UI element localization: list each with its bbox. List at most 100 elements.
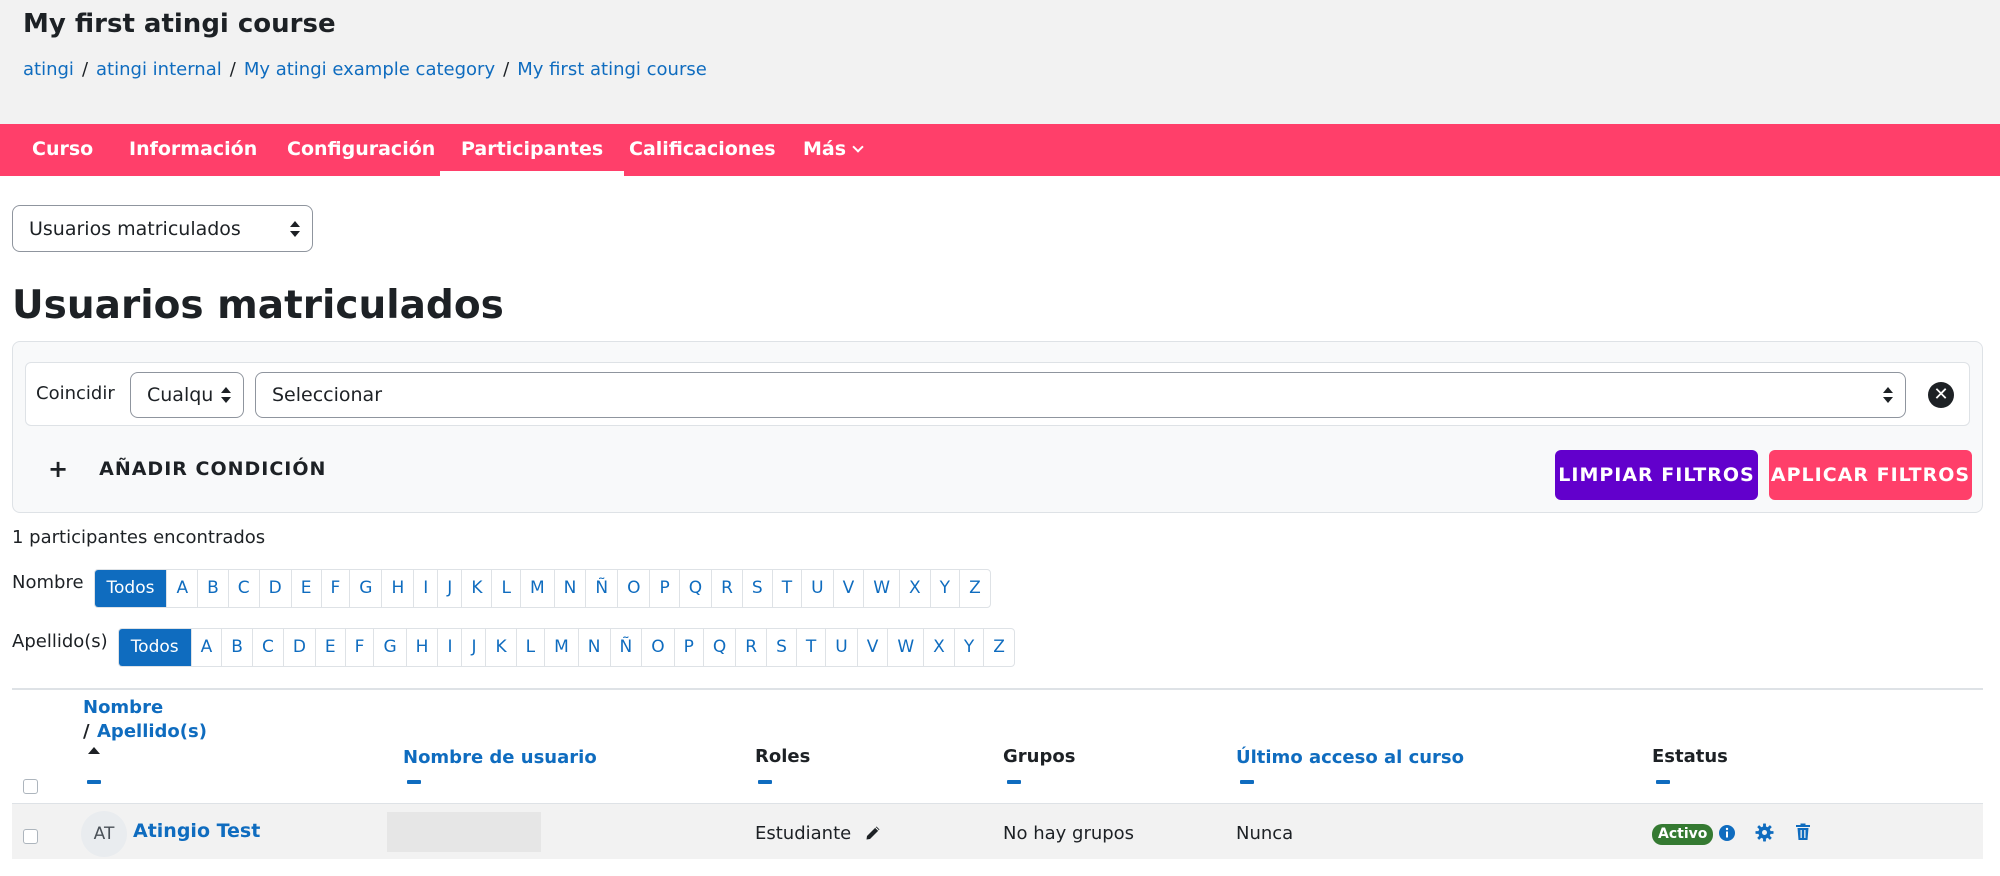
info-icon[interactable] — [1718, 824, 1736, 842]
gear-icon[interactable] — [1755, 823, 1774, 842]
plus-icon: + — [48, 455, 70, 483]
initial-letter[interactable]: M — [521, 570, 555, 607]
initial-letter[interactable]: Z — [960, 570, 990, 607]
initial-letter[interactable]: O — [618, 570, 651, 607]
initial-letter[interactable]: E — [316, 629, 346, 666]
initial-letter[interactable]: K — [462, 570, 493, 607]
trash-icon[interactable] — [1795, 823, 1811, 841]
initial-letter[interactable]: B — [222, 629, 253, 666]
tab-calificaciones[interactable]: Calificaciones — [608, 124, 797, 176]
initial-letter[interactable]: F — [322, 570, 351, 607]
initial-letter[interactable]: C — [229, 570, 260, 607]
initial-letter[interactable]: J — [462, 629, 487, 666]
header-username[interactable]: Nombre de usuario — [403, 747, 597, 768]
initial-letter[interactable]: H — [407, 629, 439, 666]
course-title: My first atingi course — [23, 9, 336, 39]
initial-all[interactable]: Todos — [118, 629, 192, 666]
collapse-column-icon[interactable] — [1240, 780, 1254, 784]
initial-letter[interactable]: S — [767, 629, 797, 666]
initial-letter[interactable]: N — [555, 570, 587, 607]
breadcrumb-item-atingi[interactable]: atingi — [23, 59, 74, 80]
add-condition-label: AÑADIR CONDICIÓN — [99, 458, 327, 480]
initial-letter[interactable]: A — [167, 570, 199, 607]
collapse-column-icon[interactable] — [87, 780, 101, 784]
initial-letter[interactable]: R — [712, 570, 743, 607]
initial-letter[interactable]: V — [834, 570, 865, 607]
initial-letter[interactable]: P — [650, 570, 680, 607]
initial-letter[interactable]: M — [545, 629, 579, 666]
filter-condition-row: Coincidir Cualqu Seleccionar ✕ — [25, 362, 1970, 426]
initial-letter[interactable]: G — [374, 629, 407, 666]
initial-all[interactable]: Todos — [94, 570, 168, 607]
initial-letter[interactable]: I — [414, 570, 439, 607]
initial-letter[interactable]: P — [675, 629, 704, 666]
breadcrumb-item-category[interactable]: My atingi example category — [244, 59, 495, 80]
initial-letter[interactable]: B — [198, 570, 229, 607]
initial-letter[interactable]: G — [350, 570, 383, 607]
select-all-checkbox[interactable] — [23, 779, 38, 794]
header-last-access[interactable]: Último acceso al curso — [1236, 747, 1464, 768]
header-first-name[interactable]: Nombre — [83, 697, 163, 718]
initial-letter[interactable]: O — [642, 629, 675, 666]
initial-letter[interactable]: Z — [984, 629, 1014, 666]
initial-letter[interactable]: F — [346, 629, 375, 666]
initial-letter[interactable]: W — [888, 629, 925, 666]
initial-letter[interactable]: D — [260, 570, 292, 607]
initial-letter[interactable]: K — [486, 629, 517, 666]
initial-letter[interactable]: N — [579, 629, 611, 666]
initial-letter[interactable]: T — [797, 629, 827, 666]
collapse-column-icon[interactable] — [1656, 780, 1670, 784]
remove-condition-icon[interactable]: ✕ — [1928, 382, 1954, 408]
initial-letter[interactable]: Ñ — [611, 629, 643, 666]
enrolment-view-select[interactable]: Usuarios matriculados — [12, 205, 313, 252]
initial-letter[interactable]: H — [382, 570, 415, 607]
collapse-column-icon[interactable] — [758, 780, 772, 784]
initial-letter[interactable]: R — [736, 629, 768, 666]
header-groups: Grupos — [1003, 746, 1076, 767]
clear-filters-button[interactable]: LIMPIAR FILTROS — [1555, 450, 1758, 500]
initial-letter[interactable]: C — [253, 629, 284, 666]
page-heading: Usuarios matriculados — [12, 283, 504, 328]
initial-letter[interactable]: U — [802, 570, 834, 607]
initial-letter[interactable]: L — [492, 570, 521, 607]
initial-letter[interactable]: E — [292, 570, 322, 607]
initial-letter[interactable]: A — [192, 629, 223, 666]
tab-curso[interactable]: Curso — [11, 124, 114, 176]
pencil-icon[interactable] — [865, 825, 881, 841]
match-type-select[interactable]: Cualqu — [130, 372, 244, 418]
initial-letter[interactable]: Q — [680, 570, 713, 607]
filter-type-value: Seleccionar — [272, 384, 383, 406]
tab-informacion[interactable]: Información — [108, 124, 278, 176]
initial-letter[interactable]: W — [864, 570, 901, 607]
tab-mas[interactable]: Más — [782, 124, 883, 176]
initial-letter[interactable]: X — [900, 570, 931, 607]
initial-letter[interactable]: T — [773, 570, 803, 607]
initial-letter[interactable]: Q — [704, 629, 737, 666]
add-condition-button[interactable]: + AÑADIR CONDICIÓN — [48, 453, 327, 483]
initial-letter[interactable]: Y — [955, 629, 985, 666]
initial-letter[interactable]: D — [284, 629, 316, 666]
initial-letter[interactable]: Ñ — [586, 570, 619, 607]
initial-letter[interactable]: I — [438, 629, 463, 666]
tab-participantes[interactable]: Participantes — [440, 124, 625, 176]
initial-letter[interactable]: S — [743, 570, 773, 607]
breadcrumb-item-internal[interactable]: atingi internal — [96, 59, 222, 80]
initial-letter[interactable]: X — [924, 629, 955, 666]
sort-ascending-icon — [88, 747, 100, 754]
collapse-column-icon[interactable] — [407, 780, 421, 784]
initial-letter[interactable]: Y — [931, 570, 961, 607]
apply-filters-button[interactable]: APLICAR FILTROS — [1769, 450, 1972, 500]
header-last-name[interactable]: Apellido(s) — [97, 721, 207, 742]
user-name-link[interactable]: Atingio Test — [133, 820, 260, 842]
initial-letter[interactable]: L — [517, 629, 546, 666]
initial-letter[interactable]: J — [438, 570, 463, 607]
collapse-column-icon[interactable] — [1007, 780, 1021, 784]
user-groups-cell: No hay grupos — [1003, 823, 1135, 844]
breadcrumb-separator: / — [81, 59, 89, 80]
row-select-checkbox[interactable] — [23, 829, 38, 844]
initial-letter[interactable]: V — [858, 629, 889, 666]
tab-configuracion[interactable]: Configuración — [266, 124, 456, 176]
initial-letter[interactable]: U — [826, 629, 858, 666]
filter-type-select[interactable]: Seleccionar — [255, 372, 1906, 418]
breadcrumb-item-course[interactable]: My first atingi course — [517, 59, 707, 80]
